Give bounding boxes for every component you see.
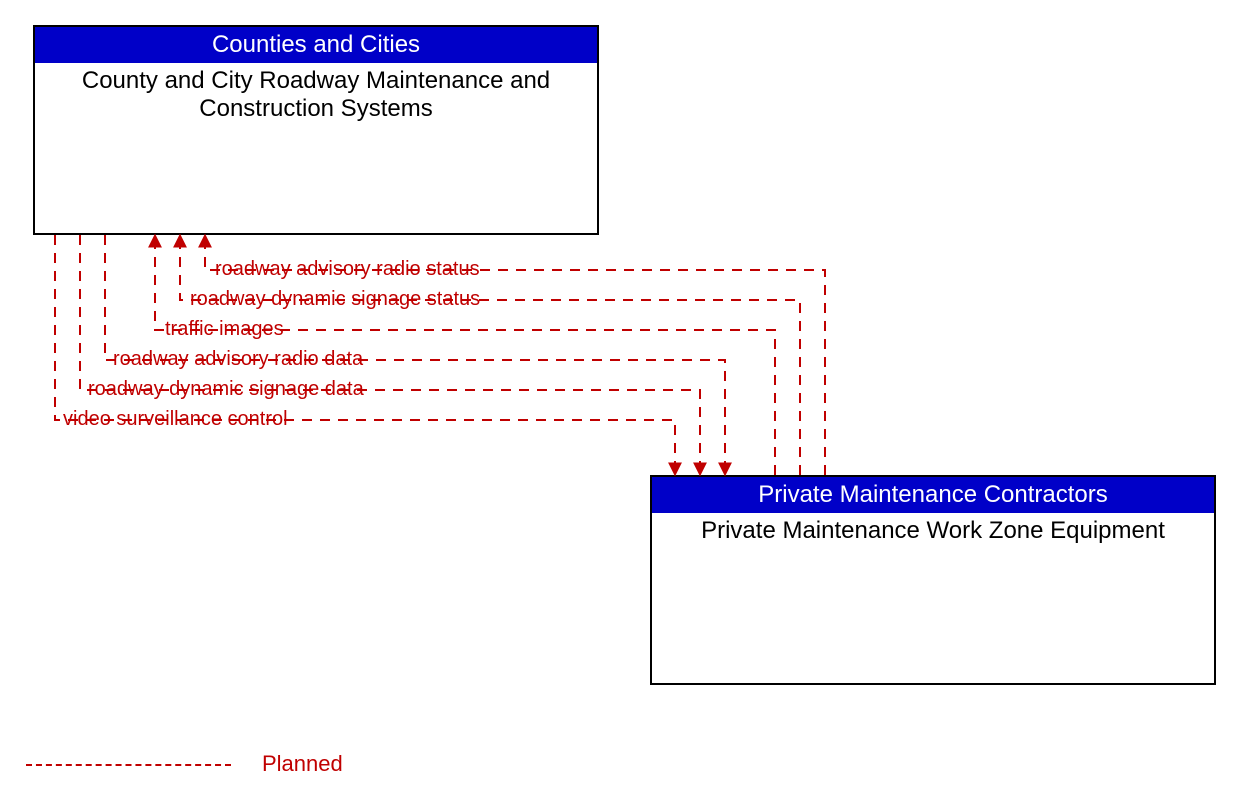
flow-label-roadway-advisory-radio-status: roadway advisory radio status <box>215 258 480 281</box>
flow-label-roadway-dynamic-signage-data: roadway dynamic signage data <box>88 378 364 401</box>
flow-label-roadway-advisory-radio-data: roadway advisory radio data <box>113 348 363 371</box>
entity-box-private-contractors: Private Maintenance Contractors Private … <box>650 475 1216 685</box>
flow-label-roadway-dynamic-signage-status: roadway dynamic signage status <box>190 288 480 311</box>
legend-label-planned: Planned <box>262 751 343 777</box>
flow-label-video-surveillance-control: video surveillance control <box>63 408 288 431</box>
flow-label-traffic-images: traffic images <box>165 318 284 341</box>
entity-body-private-work-zone: Private Maintenance Work Zone Equipment <box>652 513 1214 545</box>
entity-box-counties-cities: Counties and Cities County and City Road… <box>33 25 599 235</box>
legend-line-planned <box>26 764 231 766</box>
entity-header-counties-cities: Counties and Cities <box>35 27 597 63</box>
entity-header-private-contractors: Private Maintenance Contractors <box>652 477 1214 513</box>
entity-body-county-city-roadway: County and City Roadway Maintenance and … <box>35 63 597 122</box>
